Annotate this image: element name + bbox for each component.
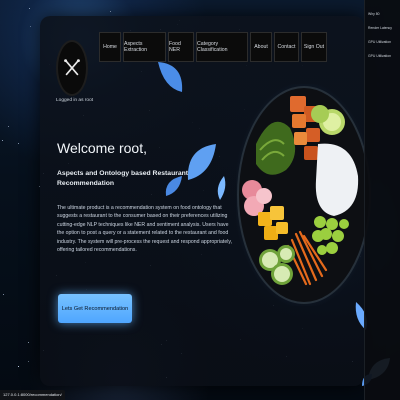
star	[30, 26, 31, 27]
side-menu-item[interactable]: GPU Utilization	[368, 40, 391, 44]
leaf-decoration	[158, 62, 183, 92]
logo[interactable]	[56, 40, 88, 96]
page-title: Welcome root,	[57, 140, 147, 156]
star	[29, 8, 30, 9]
star	[8, 126, 9, 127]
logged-in-text: Logged in as root	[56, 98, 94, 103]
top-nav: Home Aspects Extraction Food NER Categor…	[99, 32, 329, 62]
side-menu-item[interactable]: Why 80	[368, 12, 380, 16]
right-side-menu	[364, 0, 400, 400]
description-text: The ultimate product is a recommendation…	[57, 205, 233, 254]
star	[18, 366, 19, 367]
side-menu-item[interactable]: GPU Utilization	[368, 54, 391, 58]
leaf-decoration	[165, 176, 182, 196]
nav-home[interactable]: Home	[99, 32, 121, 62]
star	[18, 143, 19, 144]
star	[28, 361, 29, 362]
star	[3, 294, 4, 295]
side-menu-item[interactable]: Render Latency	[368, 26, 392, 30]
food-bowl-image	[234, 81, 374, 309]
star	[110, 11, 111, 12]
leaf-decoration	[217, 176, 226, 200]
star	[2, 140, 3, 141]
nav-aspects-extraction[interactable]: Aspects Extraction	[123, 32, 166, 62]
star	[28, 342, 29, 343]
nav-contact[interactable]: Contact	[274, 32, 299, 62]
fork-knife-icon	[64, 59, 80, 76]
nav-sign-out[interactable]: Sign Out	[301, 32, 327, 62]
nav-food-ner[interactable]: Food NER	[168, 32, 194, 62]
nav-category-classification[interactable]: Category Classification	[196, 32, 248, 62]
status-bar-url: 127.0.0.1:8000/recommendation/	[0, 390, 65, 400]
leaf-decoration	[187, 144, 216, 180]
get-recommendation-button[interactable]: Lets Get Recommendation	[58, 294, 132, 323]
nav-about[interactable]: About	[250, 32, 272, 62]
